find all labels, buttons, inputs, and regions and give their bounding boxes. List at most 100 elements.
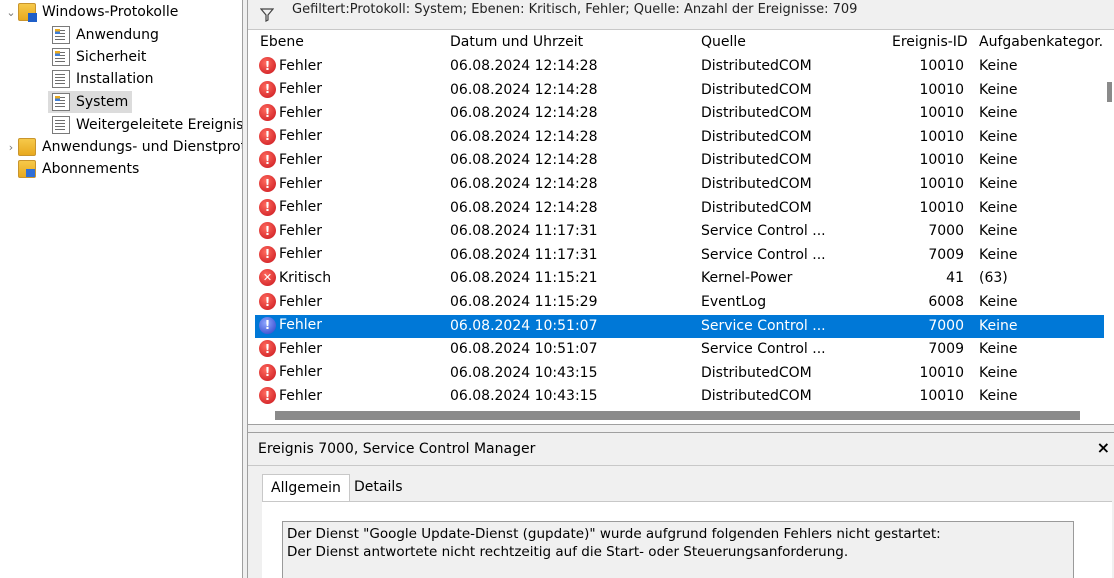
cell-event-id: 10010 [919, 364, 964, 381]
tree-item-windows-protokolle[interactable]: ⌄ Windows-Protokolle [4, 1, 178, 23]
cell-source: DistributedCOM [701, 128, 812, 145]
cell-level: ! Fehler [255, 387, 322, 405]
tree-item-weitergeleitete-ereignisse[interactable]: Weitergeleitete Ereignisse [52, 114, 242, 136]
cell-category: Keine [979, 58, 1018, 74]
cell-datetime: 06.08.2024 10:51:07 [450, 317, 598, 334]
cell-datetime: 06.08.2024 10:51:07 [450, 341, 598, 358]
event-log-icon [52, 70, 70, 88]
scrollbar-thumb[interactable] [275, 411, 1080, 420]
scrollbar-thumb[interactable] [1107, 82, 1112, 102]
table-row[interactable]: ! Fehler 06.08.2024 11:15:29 EventLog Keine 6… [255, 291, 1104, 315]
tab-content: Der Dienst "Google Update-Dienst (gupdat… [262, 501, 1112, 578]
cell-level: ! Fehler [255, 127, 322, 145]
table-row[interactable]: ! Fehler 06.08.2024 10:43:15 DistributedCOM… [255, 362, 1104, 386]
table-row[interactable]: ! Fehler 06.08.2024 11:17:31 Service Contro… [255, 244, 1104, 268]
filter-info-bar: Gefiltert:Protokoll: System; Ebenen: Kri… [248, 0, 1114, 30]
cell-source: Service Control ... [701, 317, 826, 334]
level-label: Fehler [279, 175, 323, 192]
tree-item-label: Installation [76, 71, 154, 87]
tree-item-sicherheit[interactable]: Sicherheit [52, 46, 146, 68]
table-row[interactable]: ! Fehler 06.08.2024 12:14:28 DistributedCOM… [255, 102, 1104, 126]
chevron-down-icon[interactable]: ⌄ [4, 6, 18, 19]
cell-category: (63) [979, 270, 1008, 287]
close-icon[interactable]: × [1097, 438, 1110, 457]
event-log-icon [52, 48, 70, 66]
table-row[interactable]: ! Fehler 06.08.2024 12:14:28 DistributedCOM… [255, 197, 1104, 221]
cell-category: Keine [979, 294, 1018, 310]
horizontal-splitter[interactable] [248, 424, 1114, 433]
event-viewer-window: ⌄ Windows-Protokolle Anwendung Sicherhei… [0, 0, 1114, 578]
cell-level: ! Fehler [255, 80, 323, 98]
cell-category: Keine [979, 105, 1018, 122]
cell-datetime: 06.08.2024 11:15:21 [450, 270, 598, 287]
error-icon: ! [259, 245, 276, 263]
column-header-source[interactable]: Quelle [701, 34, 746, 50]
level-label: Fehler [279, 81, 323, 98]
cell-source: DistributedCOM [701, 364, 812, 381]
divider [248, 465, 1114, 466]
cell-datetime: 06.08.2024 12:14:28 [450, 81, 598, 98]
cell-datetime: 06.08.2024 12:14:28 [450, 58, 598, 74]
level-label: Fehler [279, 364, 323, 381]
table-row[interactable]: ! Fehler 06.08.2024 10:51:07 Service Contro… [255, 338, 1104, 362]
cell-datetime: 06.08.2024 12:14:28 [450, 176, 598, 192]
cell-level: ! Fehler [255, 198, 322, 216]
cell-source: DistributedCOM [701, 152, 812, 169]
tree-item-label: Abonnements [42, 161, 140, 177]
cell-level: ! Fehler [255, 316, 323, 334]
tree-item-label: System [76, 94, 129, 110]
level-label: Fehler [279, 151, 323, 168]
cell-source: DistributedCOM [701, 105, 812, 122]
tree-item-abonnements[interactable]: Abonnements [18, 158, 139, 180]
tree-item-anwendung[interactable]: Anwendung [52, 24, 159, 46]
table-row[interactable]: ! Fehler 06.08.2024 12:14:28 DistributedCOM… [255, 55, 1104, 79]
column-header-level[interactable]: Ebene [260, 34, 304, 50]
cell-category: Keine [979, 341, 1018, 358]
cell-category: Keine [979, 223, 1018, 240]
cell-source: Service Control ... [701, 223, 826, 240]
error-icon: ! [259, 104, 276, 122]
cell-event-id: 6008 [928, 294, 964, 310]
cell-level: ! Fehler [255, 245, 323, 263]
table-row[interactable]: ! Fehler 06.08.2024 11:17:31 Service Contro… [255, 220, 1104, 244]
cell-source: EventLog [701, 294, 767, 310]
column-header-category[interactable]: Aufgabenkategor... [979, 34, 1104, 50]
table-row[interactable]: ! Fehler 06.08.2024 10:43:15 DistributedCOM… [255, 385, 1104, 408]
error-icon: ! [259, 80, 276, 98]
level-label: Fehler [279, 317, 323, 334]
error-icon: ! [259, 198, 276, 216]
tree-item-label: Anwendung [76, 27, 159, 43]
cell-event-id: 10010 [919, 388, 964, 405]
event-description[interactable]: Der Dienst "Google Update-Dienst (gupdat… [282, 521, 1074, 578]
cell-event-id: 7009 [928, 246, 964, 263]
tree-item-label: Weitergeleitete Ereignisse [76, 117, 242, 133]
cell-source: DistributedCOM [701, 388, 812, 405]
table-row[interactable]: ! Fehler 06.08.2024 12:14:28 DistributedCOM… [255, 149, 1104, 173]
table-row[interactable]: ! Fehler 06.08.2024 12:14:28 DistributedCOM… [255, 126, 1104, 150]
column-header-event-id[interactable]: Ereignis-ID [892, 34, 968, 50]
cell-event-id: 10010 [919, 105, 964, 122]
cell-datetime: 06.08.2024 12:14:28 [450, 152, 598, 169]
chevron-right-icon[interactable]: › [4, 141, 18, 154]
level-label: Fehler [279, 57, 323, 74]
tree-item-anwendungs-und-dienstprotokolle[interactable]: › Anwendungs- und Dienstprotokolle [4, 136, 242, 158]
cell-level: ! Fehler [255, 222, 322, 240]
tree-item-label: Windows-Protokolle [42, 4, 179, 20]
table-row[interactable]: ! Fehler 06.08.2024 10:51:07 Service Contro… [255, 314, 1104, 339]
level-label: Fehler [279, 246, 323, 263]
cell-datetime: 06.08.2024 11:17:31 [450, 246, 598, 263]
table-row[interactable]: ! Fehler 06.08.2024 12:14:28 DistributedCOM… [255, 173, 1104, 197]
column-header-datetime[interactable]: Datum und Uhrzeit [450, 34, 583, 50]
cell-level: ! Fehler [255, 293, 322, 310]
cell-datetime: 06.08.2024 12:14:28 [450, 199, 598, 216]
tab-details[interactable]: Details [346, 474, 411, 502]
tree-item-installation[interactable]: Installation [52, 68, 154, 90]
table-row[interactable]: ✕ Kritisch 06.08.2024 11:15:21 Kernel-Power… [255, 267, 1104, 291]
event-log-icon [52, 93, 70, 111]
event-list-horizontal-scrollbar[interactable] [255, 408, 1114, 424]
cell-source: Kernel-Power [701, 270, 793, 287]
tree-item-system[interactable]: System [48, 91, 133, 113]
table-row[interactable]: ! Fehler 06.08.2024 12:14:28 DistributedCOM… [255, 79, 1104, 103]
event-list-vertical-scrollbar[interactable] [1104, 30, 1114, 408]
tab-allgemein[interactable]: Allgemein [262, 474, 350, 502]
